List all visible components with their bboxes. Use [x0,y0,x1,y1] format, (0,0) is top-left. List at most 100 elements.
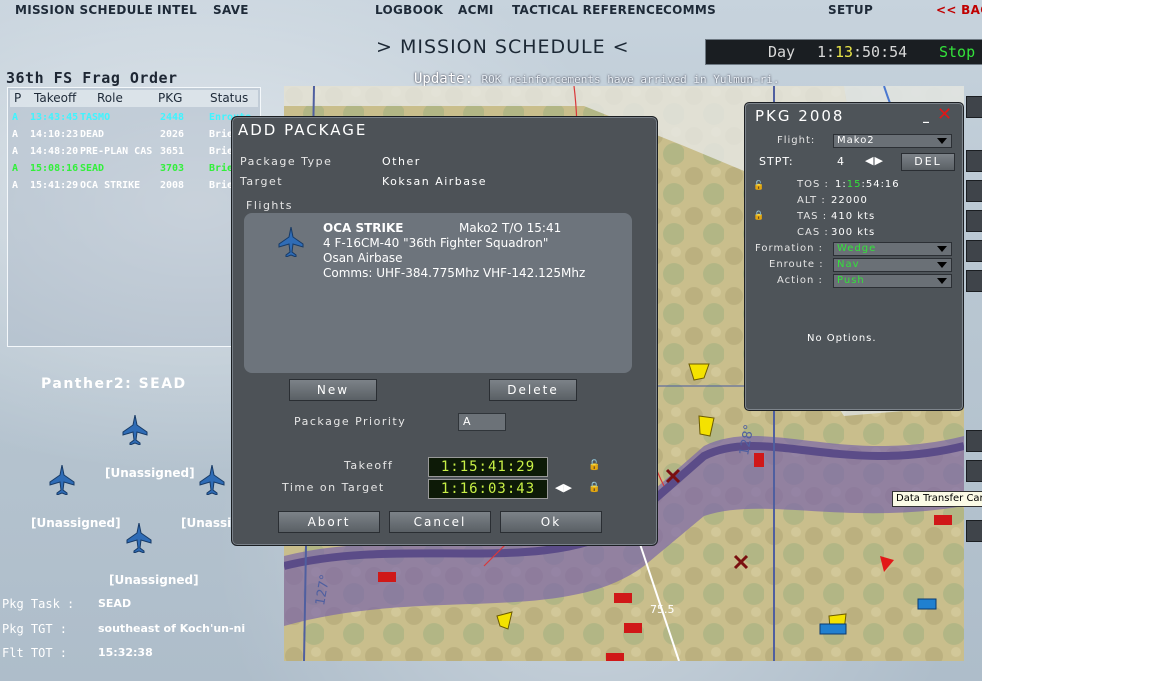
screen-title: > MISSION SCHEDULE < [376,36,630,58]
menu-setup[interactable]: SETUP [828,3,873,17]
flt-tot-row: Flt TOT :15:32:38 [2,646,153,660]
flight-comms: Comms: UHF-384.775Mhz VHF-142.125Mhz [323,266,586,280]
pkg-task-row: Pkg Task : SEAD [2,597,132,611]
add-package-title: ADD PACKAGE [238,121,368,139]
col-header-p[interactable]: P [14,91,21,105]
jet-slot-left-icon[interactable] [49,465,75,495]
package-priority-field[interactable]: A [458,413,506,431]
target-label: Target [240,175,284,188]
cell-takeoff: 15:08:16 [30,163,79,174]
target-value[interactable]: Koksan Airbase [382,175,487,188]
menu-save[interactable]: SAVE [213,3,249,17]
close-icon[interactable]: ✕ [937,104,952,125]
cell-takeoff: 14:48:20 [30,146,79,157]
flight-select[interactable]: Mako2 [833,134,952,148]
tot-lock-icon[interactable]: 🔒 [588,482,600,493]
map-tool-2[interactable] [966,150,982,172]
chevron-down-icon [937,278,947,284]
map-tool-8[interactable] [966,460,982,482]
menu-comms[interactable]: COMMS [663,3,716,17]
menu-logbook[interactable]: LOGBOOK [375,3,443,17]
frag-order-row[interactable]: A15:41:29OCA STRIKE2008Briefing [10,178,258,194]
frag-order-row[interactable]: A14:10:23DEAD2026Briefing [10,127,258,143]
jet-slot-right-icon[interactable] [199,465,225,495]
pkg-tgt-value: southeast of Koch'un-ni [98,622,246,635]
flt-tot-value: 15:32:38 [98,646,153,659]
jet-slot-lead-icon[interactable] [122,415,148,445]
jet-slot-trail-icon[interactable] [126,523,152,553]
delete-steerpoint-button[interactable]: DEL [901,153,955,171]
package-type-value[interactable]: Other [382,155,421,168]
map-tool-3[interactable] [966,180,982,202]
update-ticker: Update: ROK reinforcements have arrived … [414,71,779,87]
slot-label-lead: [Unassigned] [105,466,195,480]
cell-role: SEAD [80,163,105,174]
tas-value[interactable]: 410 kts [831,211,875,222]
slot-label-trail: [Unassigned] [109,573,199,587]
clock-minutes-seconds: :50:54 [853,43,908,61]
cas-value[interactable]: 300 kts [831,227,875,238]
menu-back[interactable]: << BACK [936,3,982,17]
minimize-icon[interactable]: _ [923,109,929,123]
tos-lock-icon[interactable]: 🔓 [753,181,765,191]
takeoff-time-display[interactable]: 1:15:41:29 [428,457,548,477]
col-header-status[interactable]: Status [210,91,248,105]
map-tool-7[interactable] [966,430,982,452]
abort-button[interactable]: Abort [278,511,380,533]
frag-order-row[interactable]: A 13:43:45 TASMO 2448 Enroute [10,110,258,126]
chevron-down-icon [937,262,947,268]
frag-order-header: P Takeoff Role PKG Status [10,90,258,107]
flight-callsign-takeoff: Mako2 T/O 15:41 [459,221,562,235]
takeoff-label: Takeoff [344,459,394,472]
frag-order-row[interactable]: A15:08:16SEAD3703Briefing [10,161,258,177]
takeoff-lock-icon[interactable]: 🔓 [588,460,600,471]
map-tool-4[interactable] [966,210,982,232]
frag-order-row[interactable]: A14:48:20PRE-PLAN CAS3651Briefing [10,144,258,160]
chevron-down-icon [937,246,947,252]
tot-adjust-arrows-icon[interactable]: ◀▶ [555,481,572,494]
action-label: Action : [777,275,823,286]
cell-p: A [12,163,19,174]
col-header-takeoff[interactable]: Takeoff [34,91,76,105]
ok-button[interactable]: Ok [500,511,602,533]
formation-select[interactable]: Wedge [833,242,952,256]
clock-hours: 13 [835,43,854,61]
tas-lock-icon[interactable]: 🔒 [753,211,765,221]
cell-pkg: 3703 [160,163,185,174]
menu-acmi[interactable]: ACMI [458,3,494,17]
clock-state-toggle[interactable]: Stop [939,43,975,61]
cell-takeoff: 15:41:29 [30,180,79,191]
tos-value[interactable]: 1:15:54:16 [835,179,900,190]
mission-schedule-screen: MISSION SCHEDULE INTEL SAVE LOGBOOK ACMI… [0,0,982,681]
flight-base: Osan Airbase [323,251,403,265]
stpt-arrows-icon[interactable]: ◀▶ [865,154,884,167]
cell-p: A [12,129,19,140]
pkg-tgt-row: Pkg TGT : southeast of Koch'un-ni [2,622,246,636]
cell-role: OCA STRIKE [80,180,141,191]
new-flight-button[interactable]: New [289,379,377,401]
map-tool-9[interactable] [966,520,982,542]
clock-day: 1 [817,43,827,61]
cell-role: PRE-PLAN CAS [80,146,153,157]
col-header-pkg[interactable]: PKG [158,91,182,105]
cell-p: A [12,146,19,157]
menu-tactical-reference[interactable]: TACTICAL REFERENCE [512,3,664,17]
flight-list-item[interactable]: OCA STRIKE Mako2 T/O 15:41 4 F-16CM-40 "… [244,213,632,373]
map-tool-6[interactable] [966,270,982,292]
menu-mission-schedule[interactable]: MISSION SCHEDULE [15,3,153,17]
col-header-role[interactable]: Role [97,91,123,105]
menu-intel[interactable]: INTEL [157,3,197,17]
chevron-down-icon [937,138,947,144]
map-tool-1[interactable] [966,96,982,118]
cell-role: TASMO [80,112,111,123]
cell-takeoff: 13:43:45 [30,112,79,123]
action-select[interactable]: Push [833,274,952,288]
cancel-button[interactable]: Cancel [389,511,491,533]
map-tool-5[interactable] [966,240,982,262]
alt-value[interactable]: 22000 [831,195,868,206]
delete-flight-button[interactable]: Delete [489,379,577,401]
enroute-select[interactable]: Nav [833,258,952,272]
flight-aircraft: 4 F-16CM-40 "36th Fighter Squadron" [323,236,549,250]
time-on-target-display[interactable]: 1:16:03:43 [428,479,548,499]
enroute-label: Enroute : [769,259,824,270]
